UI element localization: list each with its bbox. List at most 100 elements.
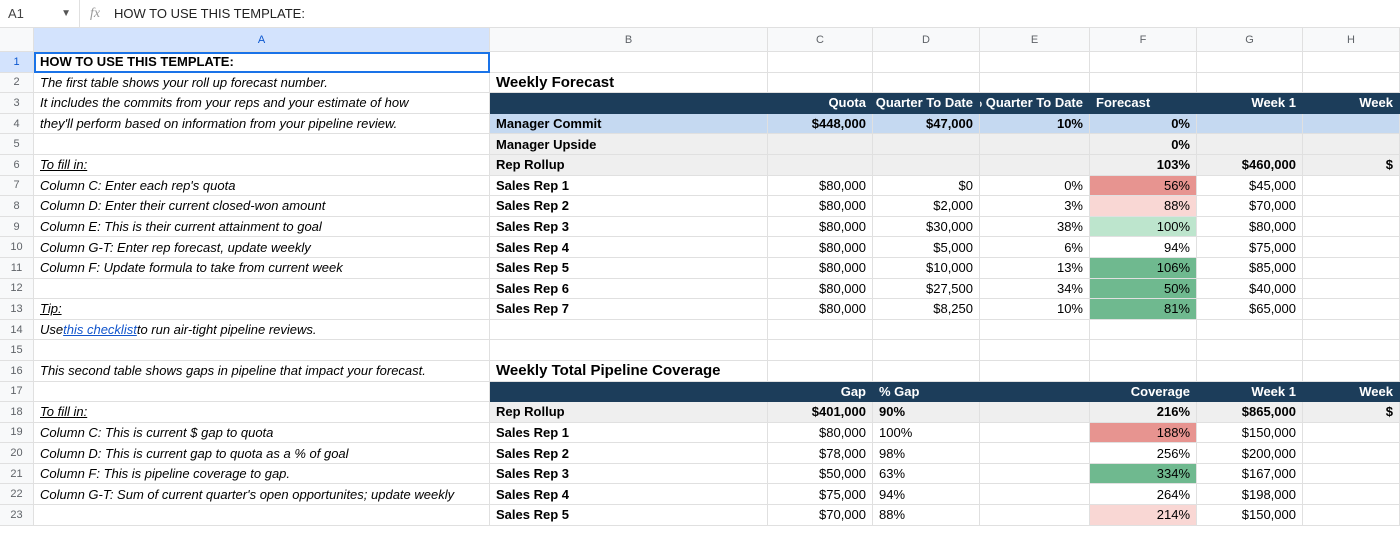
- cell-H14[interactable]: [1303, 320, 1400, 341]
- cell-A9[interactable]: Column E: This is their current attainme…: [34, 217, 490, 238]
- cell-H23[interactable]: [1303, 505, 1400, 526]
- cell-F7[interactable]: 56%: [1090, 176, 1197, 197]
- cell-E22[interactable]: [980, 484, 1090, 505]
- cell-E8[interactable]: 3%: [980, 196, 1090, 217]
- cell-H17[interactable]: Week: [1303, 382, 1400, 403]
- cell-A10[interactable]: Column G-T: Enter rep forecast, update w…: [34, 237, 490, 258]
- cell-F18[interactable]: 216%: [1090, 402, 1197, 423]
- cell-B20[interactable]: Sales Rep 2: [490, 443, 768, 464]
- cell-G23[interactable]: $150,000: [1197, 505, 1303, 526]
- row-header-14[interactable]: 14: [0, 320, 34, 341]
- cell-H5[interactable]: [1303, 134, 1400, 155]
- cell-D9[interactable]: $30,000: [873, 217, 980, 238]
- cell-B22[interactable]: Sales Rep 4: [490, 484, 768, 505]
- cell-E7[interactable]: 0%: [980, 176, 1090, 197]
- cell-C16[interactable]: [768, 361, 873, 382]
- cell-F13[interactable]: 81%: [1090, 299, 1197, 320]
- cell-F12[interactable]: 50%: [1090, 279, 1197, 300]
- cell-A8[interactable]: Column D: Enter their current closed-won…: [34, 196, 490, 217]
- cell-D18[interactable]: 90%: [873, 402, 980, 423]
- cell-B6[interactable]: Rep Rollup: [490, 155, 768, 176]
- cell-B17[interactable]: [490, 382, 768, 403]
- cell-H22[interactable]: [1303, 484, 1400, 505]
- row-header-7[interactable]: 7: [0, 176, 34, 197]
- cell-F15[interactable]: [1090, 340, 1197, 361]
- cell-D17[interactable]: % Gap: [873, 382, 980, 403]
- cell-D1[interactable]: [873, 52, 980, 73]
- cell-F23[interactable]: 214%: [1090, 505, 1197, 526]
- cell-D10[interactable]: $5,000: [873, 237, 980, 258]
- cell-G10[interactable]: $75,000: [1197, 237, 1303, 258]
- cell-C10[interactable]: $80,000: [768, 237, 873, 258]
- cell-D15[interactable]: [873, 340, 980, 361]
- cell-A14[interactable]: Use this checklist to run air-tight pipe…: [34, 320, 490, 341]
- cell-E12[interactable]: 34%: [980, 279, 1090, 300]
- cell-E13[interactable]: 10%: [980, 299, 1090, 320]
- cell-E1[interactable]: [980, 52, 1090, 73]
- cell-B2[interactable]: Weekly Forecast: [490, 73, 768, 94]
- cell-E9[interactable]: 38%: [980, 217, 1090, 238]
- cell-E20[interactable]: [980, 443, 1090, 464]
- cell-C14[interactable]: [768, 320, 873, 341]
- row-header-23[interactable]: 23: [0, 505, 34, 526]
- cell-G15[interactable]: [1197, 340, 1303, 361]
- cell-A5[interactable]: [34, 134, 490, 155]
- cell-B21[interactable]: Sales Rep 3: [490, 464, 768, 485]
- cell-E6[interactable]: [980, 155, 1090, 176]
- cell-B16[interactable]: Weekly Total Pipeline Coverage: [490, 361, 768, 382]
- cell-E23[interactable]: [980, 505, 1090, 526]
- cell-F19[interactable]: 188%: [1090, 423, 1197, 444]
- cell-A18[interactable]: To fill in:: [34, 402, 490, 423]
- cell-H9[interactable]: [1303, 217, 1400, 238]
- cell-C2[interactable]: [768, 73, 873, 94]
- cell-B1[interactable]: [490, 52, 768, 73]
- cell-E17[interactable]: [980, 382, 1090, 403]
- cell-C1[interactable]: [768, 52, 873, 73]
- cell-D20[interactable]: 98%: [873, 443, 980, 464]
- cell-C23[interactable]: $70,000: [768, 505, 873, 526]
- cell-D23[interactable]: 88%: [873, 505, 980, 526]
- cell-A20[interactable]: Column D: This is current gap to quota a…: [34, 443, 490, 464]
- name-box[interactable]: A1 ▼: [0, 0, 80, 27]
- cell-A16[interactable]: This second table shows gaps in pipeline…: [34, 361, 490, 382]
- cell-E10[interactable]: 6%: [980, 237, 1090, 258]
- cell-F21[interactable]: 334%: [1090, 464, 1197, 485]
- cell-B3[interactable]: [490, 93, 768, 114]
- row-header-17[interactable]: 17: [0, 382, 34, 403]
- cell-F11[interactable]: 106%: [1090, 258, 1197, 279]
- cell-G2[interactable]: [1197, 73, 1303, 94]
- cell-B8[interactable]: Sales Rep 2: [490, 196, 768, 217]
- cell-E15[interactable]: [980, 340, 1090, 361]
- cell-G5[interactable]: [1197, 134, 1303, 155]
- cell-D13[interactable]: $8,250: [873, 299, 980, 320]
- row-header-9[interactable]: 9: [0, 217, 34, 238]
- cell-G22[interactable]: $198,000: [1197, 484, 1303, 505]
- col-header-H[interactable]: H: [1303, 28, 1400, 52]
- row-header-2[interactable]: 2: [0, 73, 34, 94]
- cell-H20[interactable]: [1303, 443, 1400, 464]
- cell-D6[interactable]: [873, 155, 980, 176]
- cell-D2[interactable]: [873, 73, 980, 94]
- cell-A1[interactable]: HOW TO USE THIS TEMPLATE:: [34, 52, 490, 73]
- cell-A21[interactable]: Column F: This is pipeline coverage to g…: [34, 464, 490, 485]
- cell-D7[interactable]: $0: [873, 176, 980, 197]
- cell-A7[interactable]: Column C: Enter each rep's quota: [34, 176, 490, 197]
- cell-A13[interactable]: Tip:: [34, 299, 490, 320]
- row-header-18[interactable]: 18: [0, 402, 34, 423]
- cell-F4[interactable]: 0%: [1090, 114, 1197, 135]
- cell-A2[interactable]: The first table shows your roll up forec…: [34, 73, 490, 94]
- cell-B13[interactable]: Sales Rep 7: [490, 299, 768, 320]
- cell-E19[interactable]: [980, 423, 1090, 444]
- cell-G18[interactable]: $865,000: [1197, 402, 1303, 423]
- cell-H3[interactable]: Week: [1303, 93, 1400, 114]
- cell-B23[interactable]: Sales Rep 5: [490, 505, 768, 526]
- select-all-corner[interactable]: [0, 28, 34, 52]
- cell-G1[interactable]: [1197, 52, 1303, 73]
- cell-H21[interactable]: [1303, 464, 1400, 485]
- cell-E18[interactable]: [980, 402, 1090, 423]
- row-header-19[interactable]: 19: [0, 423, 34, 444]
- cell-G14[interactable]: [1197, 320, 1303, 341]
- cell-G11[interactable]: $85,000: [1197, 258, 1303, 279]
- cell-G16[interactable]: [1197, 361, 1303, 382]
- row-header-21[interactable]: 21: [0, 464, 34, 485]
